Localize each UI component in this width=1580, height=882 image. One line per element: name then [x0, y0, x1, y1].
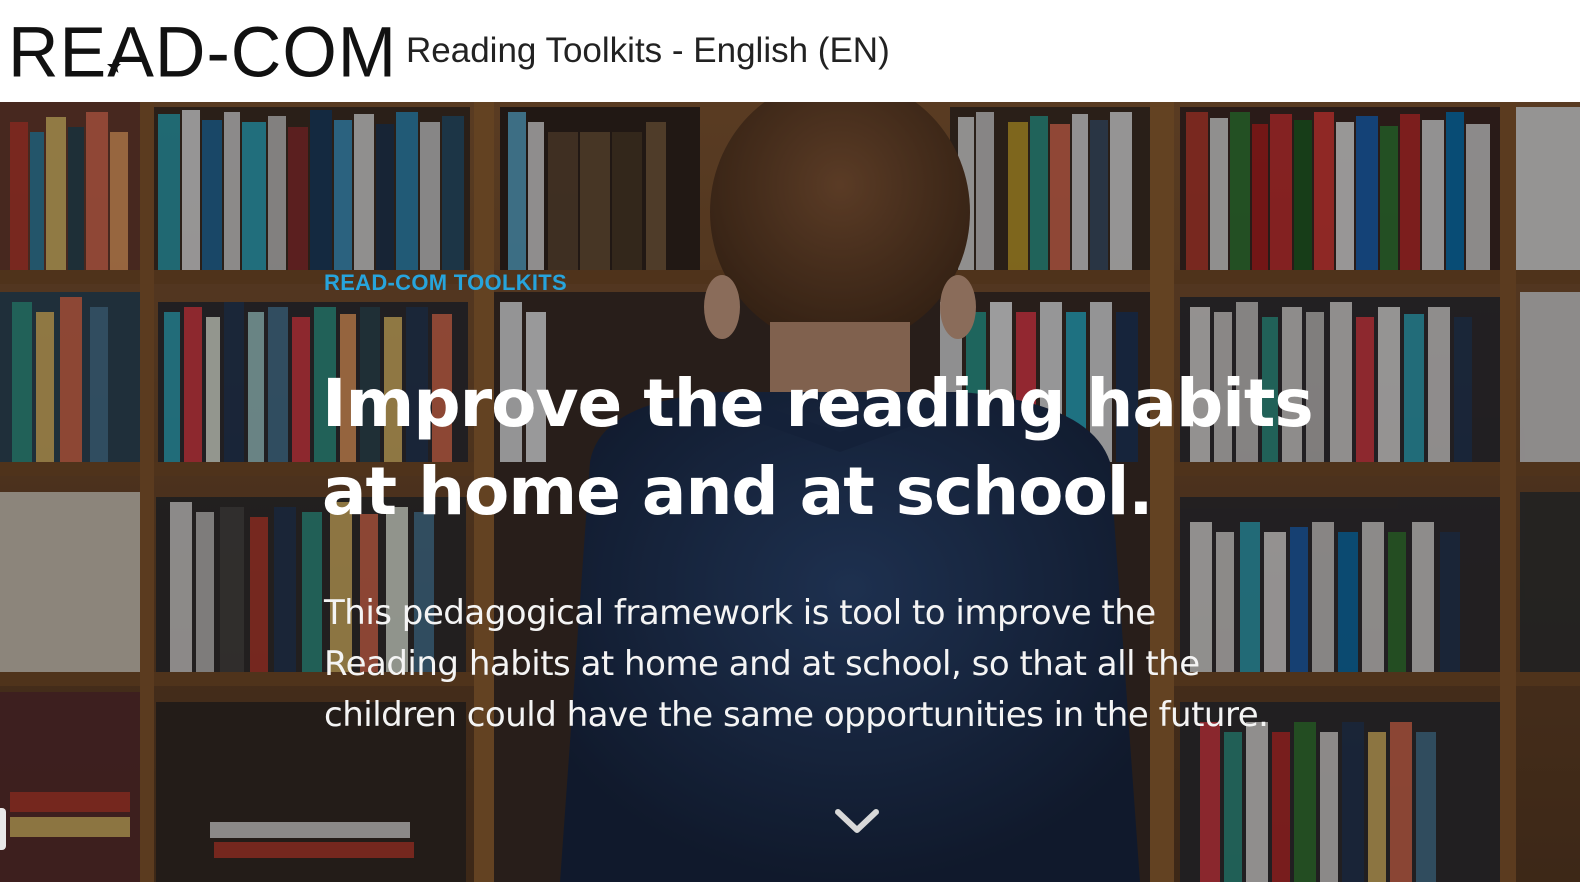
site-title[interactable]: Reading Toolkits - English (EN) — [406, 30, 890, 72]
hero-banner: READ-COM TOOLKITS Improve the reading ha… — [0, 102, 1580, 882]
hero-description: This pedagogical framework is tool to im… — [324, 588, 1444, 741]
description-line-1: This pedagogical framework is tool to im… — [324, 593, 1156, 633]
read-com-logo[interactable]: READ-COM — [8, 11, 397, 93]
chevron-down-icon[interactable] — [832, 802, 882, 842]
site-header: READ-COM Reading Toolkits - English (EN) — [0, 0, 1580, 102]
hero-kicker: READ-COM TOOLKITS — [324, 270, 568, 295]
description-line-2: Reading habits at home and at school, so… — [324, 644, 1200, 684]
logo-star-icon — [107, 59, 121, 73]
headline-line-2: at home and at school. — [322, 453, 1154, 530]
headline-line-1: Improve the reading habits — [322, 365, 1314, 442]
side-tab-handle[interactable] — [0, 808, 6, 850]
description-line-3: children could have the same opportuniti… — [324, 695, 1269, 735]
hero-headline: Improve the reading habits at home and a… — [322, 360, 1522, 536]
